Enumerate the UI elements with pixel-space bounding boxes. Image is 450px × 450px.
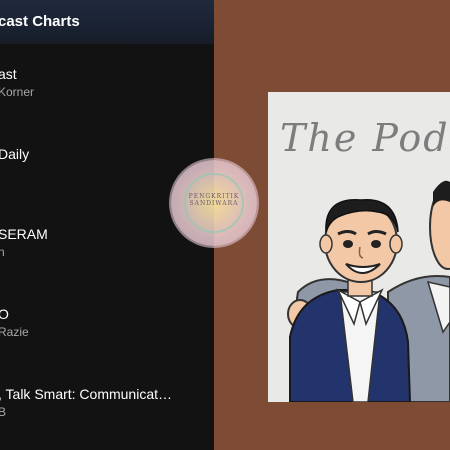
episode-title: Daily bbox=[0, 146, 30, 162]
stamp-line-2: SANDIWARA bbox=[189, 200, 239, 207]
watermark-stamp: PENGKRITIK SANDIWARA bbox=[171, 160, 257, 246]
episode-subtitle: B bbox=[0, 405, 7, 419]
page-title: cast Charts bbox=[0, 13, 80, 30]
episode-subtitle: Korner bbox=[0, 85, 35, 99]
stamp-text: PENGKRITIK SANDIWARA bbox=[171, 193, 257, 207]
header-bar: cast Charts bbox=[0, 0, 214, 44]
cover-illustration bbox=[287, 180, 450, 402]
episode-title: , Talk Smart: Communicat… bbox=[0, 386, 173, 402]
list-item-episode-4[interactable]: O Razie bbox=[0, 306, 214, 346]
episode-title: SERAM bbox=[0, 226, 48, 242]
stamp-line-1: PENGKRITIK bbox=[188, 193, 240, 200]
podcast-cover-art[interactable]: The Pod bbox=[268, 92, 450, 402]
episode-subtitle: Razie bbox=[0, 325, 29, 339]
episode-subtitle: n bbox=[0, 245, 5, 259]
episode-title: O bbox=[0, 306, 9, 322]
list-item-episode-5[interactable]: , Talk Smart: Communicat… B bbox=[0, 386, 214, 426]
episode-title: ast bbox=[0, 66, 17, 82]
list-item-episode-1[interactable]: ast Korner bbox=[0, 66, 214, 106]
